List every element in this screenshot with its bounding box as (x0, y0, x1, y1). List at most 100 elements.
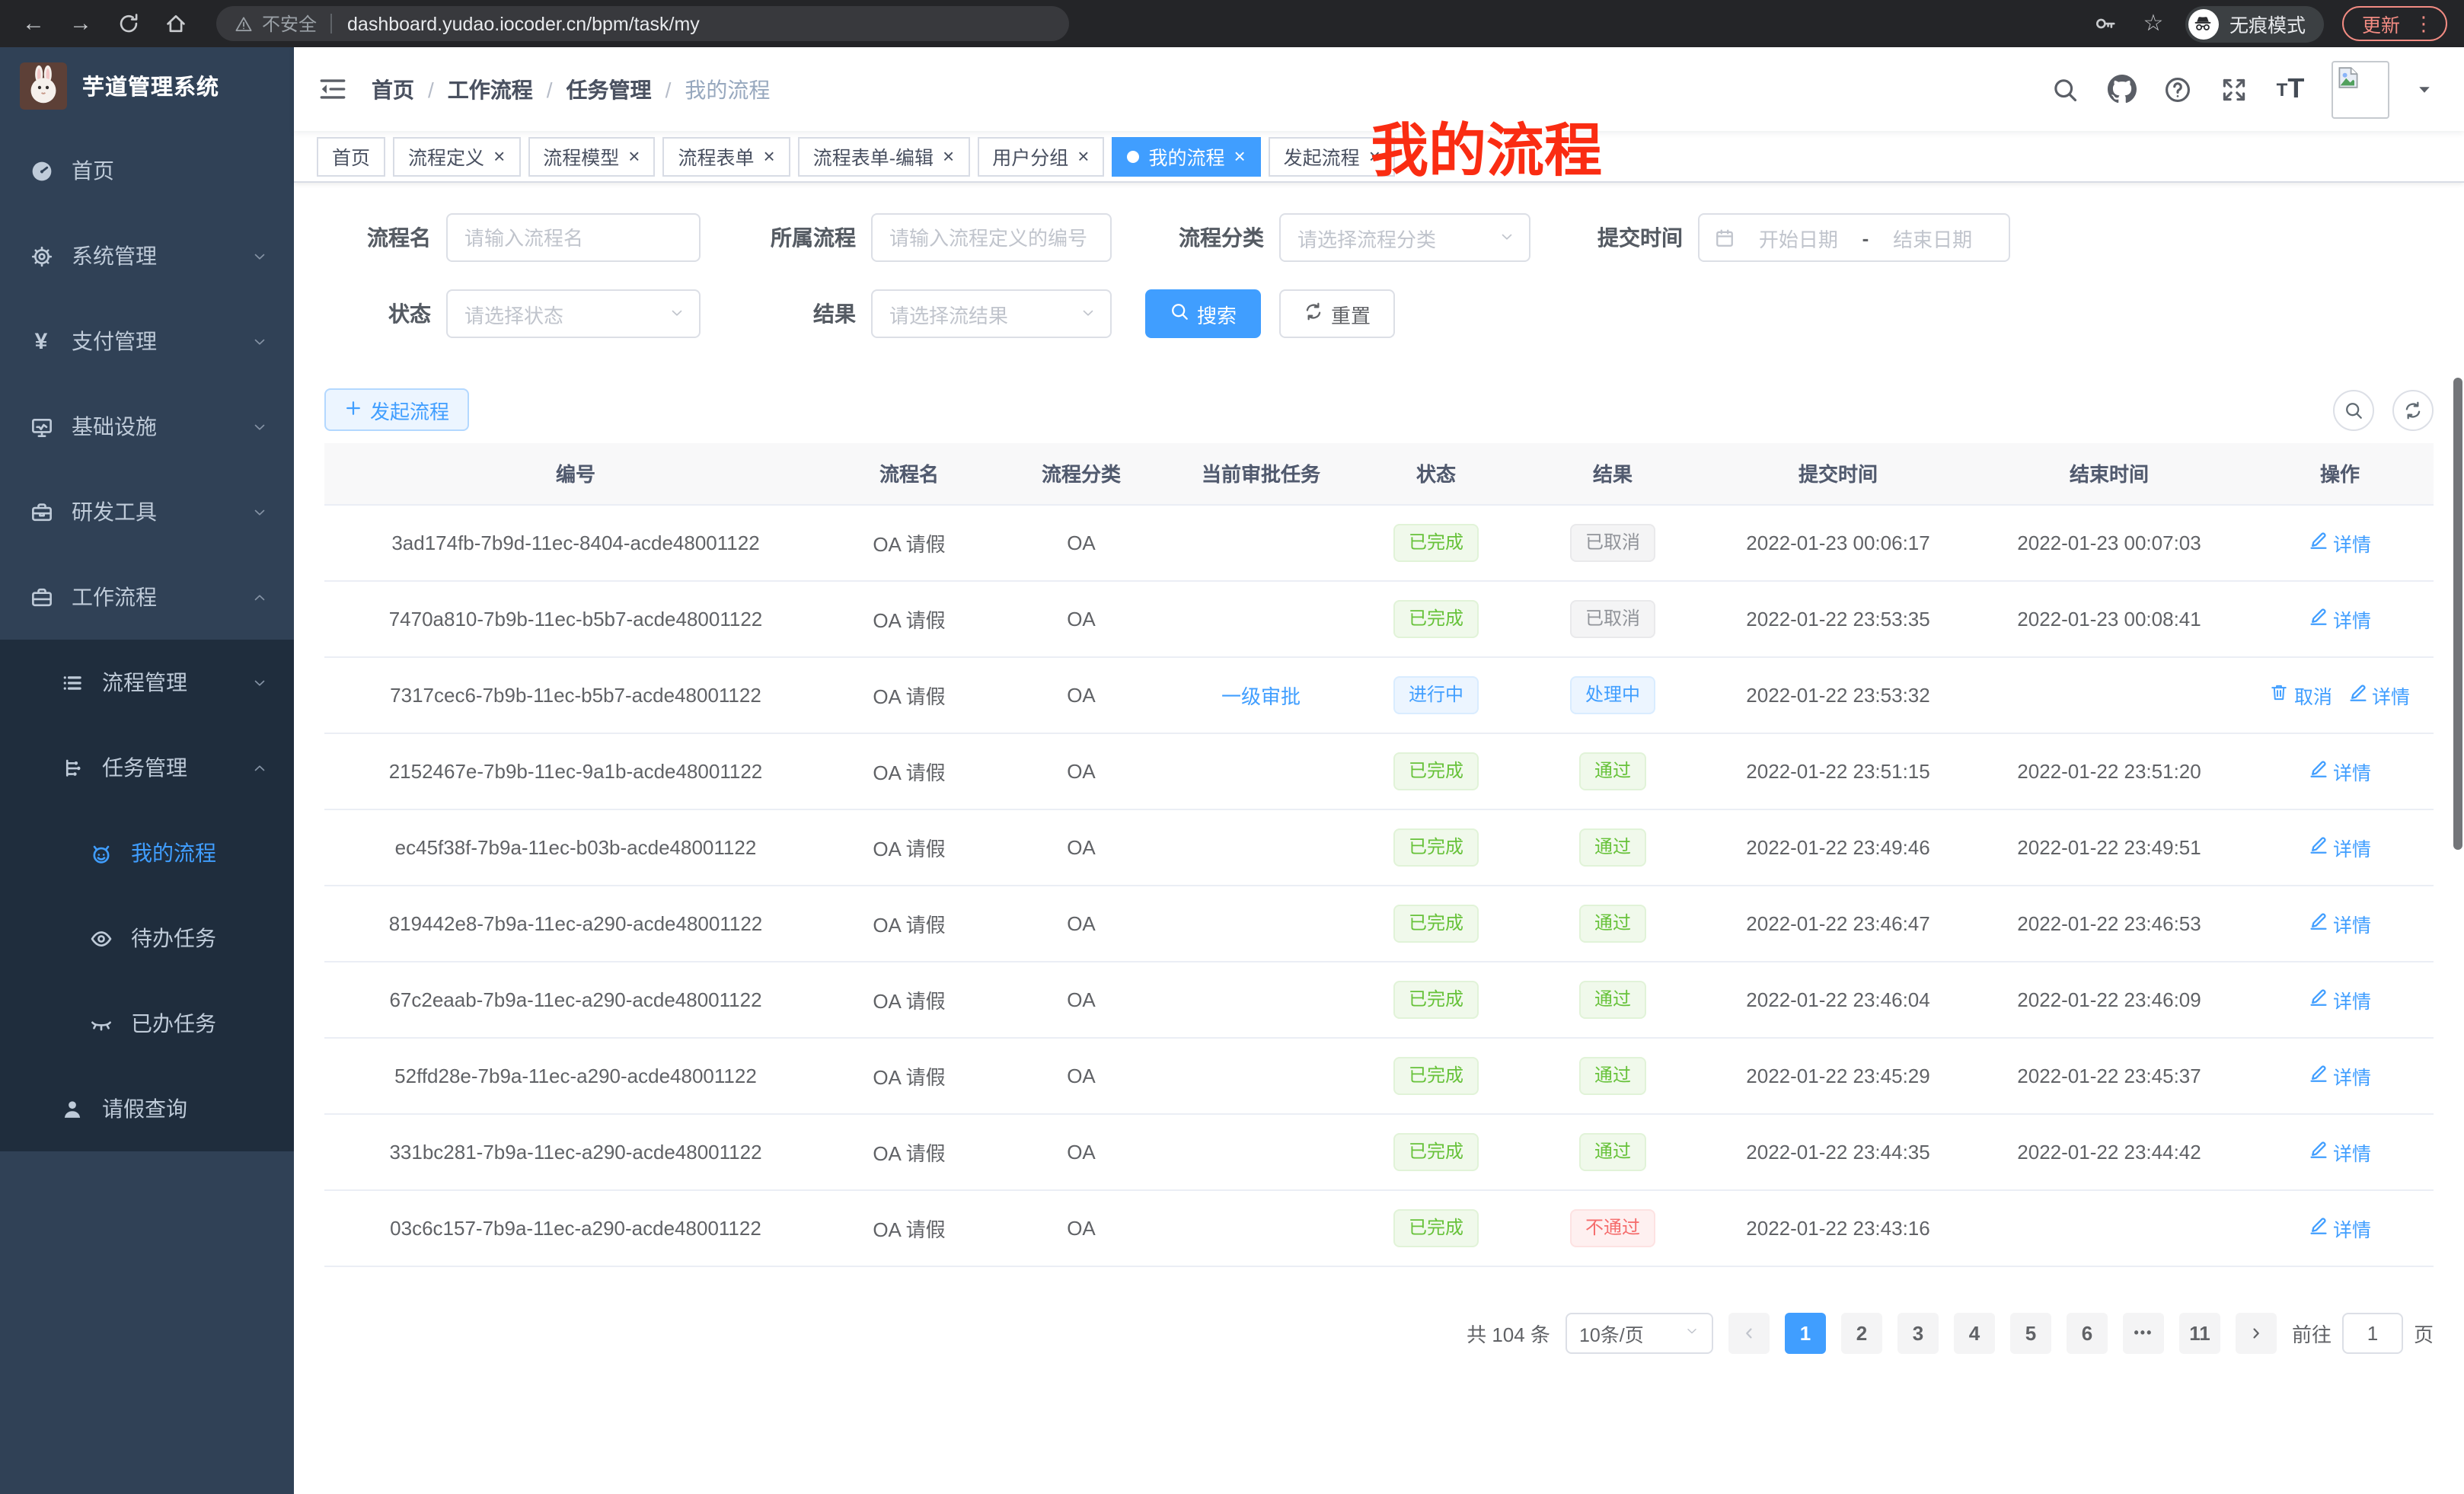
browser-menu-icon[interactable]: ⋮ (2414, 11, 2434, 36)
detail-link[interactable]: 详情 (2348, 680, 2410, 709)
current-task-link[interactable]: 一级审批 (1221, 685, 1301, 707)
cell-id: 67c2eaab-7b9a-11ec-a290-acde48001122 (324, 961, 827, 1037)
search-icon[interactable] (2050, 74, 2080, 104)
page-button-4[interactable]: 4 (1954, 1312, 1995, 1353)
tab-my-process[interactable]: 我的流程× (1112, 136, 1260, 176)
status-badge: 已完成 (1393, 1132, 1479, 1170)
goto-page-input[interactable] (2342, 1312, 2403, 1353)
detail-link[interactable]: 详情 (2309, 1213, 2371, 1242)
sidebar-item-system-management[interactable]: 系统管理 (0, 213, 294, 298)
show-search-button[interactable] (2333, 389, 2374, 430)
page-button-6[interactable]: 6 (2067, 1312, 2108, 1353)
prev-page-button[interactable] (1728, 1312, 1770, 1353)
robot-icon (88, 841, 113, 865)
reload-icon[interactable] (114, 10, 142, 37)
page-button-1[interactable]: 1 (1785, 1312, 1826, 1353)
cell-category: OA (991, 733, 1171, 809)
key-icon[interactable] (2092, 10, 2120, 37)
close-tab-icon[interactable]: × (764, 146, 775, 166)
sidebar-item-process-management[interactable]: 流程管理 (0, 640, 294, 725)
tab-process-form-edit[interactable]: 流程表单-编辑 × (798, 136, 970, 176)
tab-process-definition[interactable]: 流程定义× (393, 136, 520, 176)
cancel-link[interactable]: 取消 (2270, 680, 2332, 709)
detail-link[interactable]: 详情 (2309, 1137, 2371, 1166)
breadcrumb-item[interactable]: 首页 (372, 74, 414, 104)
github-icon[interactable] (2106, 74, 2137, 104)
next-page-button[interactable] (2236, 1312, 2277, 1353)
status-select[interactable]: 请选择状态 (446, 289, 701, 338)
tab-label: 流程表单-编辑 (813, 142, 934, 171)
back-icon[interactable]: ← (20, 10, 47, 37)
sidebar-item-dev-tools[interactable]: 研发工具 (0, 469, 294, 554)
scrollbar-thumb[interactable] (2453, 378, 2462, 850)
pages-ellipsis[interactable]: ••• (2123, 1312, 2164, 1353)
sidebar-item-todo-tasks[interactable]: 待办任务 (0, 895, 294, 981)
cell-end-time: 2022-01-22 23:46:53 (1972, 885, 2246, 961)
sidebar-item-payment-management[interactable]: ¥支付管理 (0, 298, 294, 384)
close-tab-icon[interactable]: × (1077, 146, 1089, 166)
column-header-status: 状态 (1351, 443, 1521, 504)
sidebar-item-home[interactable]: 首页 (0, 128, 294, 213)
detail-link[interactable]: 详情 (2309, 528, 2371, 557)
page-button-11[interactable]: 11 (2179, 1312, 2220, 1353)
forward-icon[interactable]: → (67, 10, 94, 37)
start-process-button[interactable]: 发起流程 (324, 388, 469, 431)
column-header-current-task: 当前审批任务 (1171, 443, 1351, 504)
detail-link[interactable]: 详情 (2309, 756, 2371, 785)
sidebar-item-infrastructure[interactable]: 基础设施 (0, 384, 294, 469)
sidebar-item-leave-query[interactable]: 请假查询 (0, 1066, 294, 1151)
home-icon[interactable] (161, 10, 189, 37)
logo[interactable]: 芋道管理系统 (0, 47, 294, 123)
avatar[interactable] (2332, 60, 2389, 118)
result-select[interactable]: 请选择流结果 (871, 289, 1112, 338)
column-header-result: 结果 (1521, 443, 1704, 504)
tab-process-model[interactable]: 流程模型× (528, 136, 655, 176)
search-button[interactable]: 搜索 (1145, 289, 1261, 338)
cell-process-name: OA 请假 (827, 1113, 991, 1189)
tab-user-group[interactable]: 用户分组× (977, 136, 1104, 176)
briefcase-icon (29, 585, 53, 609)
help-icon[interactable] (2162, 74, 2193, 104)
sidebar-item-done-tasks[interactable]: 已办任务 (0, 981, 294, 1066)
cell-end-time: 2022-01-23 00:07:03 (1972, 504, 2246, 580)
refresh-table-button[interactable] (2392, 389, 2434, 430)
update-button[interactable]: 更新 ⋮ (2342, 6, 2447, 41)
tab-home[interactable]: 首页 (317, 136, 385, 176)
page-button-2[interactable]: 2 (1841, 1312, 1882, 1353)
cell-status: 已完成 (1351, 885, 1521, 961)
sidebar-item-my-process[interactable]: 我的流程 (0, 810, 294, 895)
bookmark-star-icon[interactable]: ☆ (2140, 10, 2167, 37)
hamburger-icon[interactable] (317, 74, 347, 104)
process-definition-input[interactable] (871, 213, 1112, 262)
category-select[interactable]: 请选择流程分类 (1279, 213, 1530, 262)
page-button-3[interactable]: 3 (1897, 1312, 1939, 1353)
font-size-icon[interactable]: TT (2275, 74, 2306, 104)
detail-link[interactable]: 详情 (2309, 832, 2371, 861)
chevron-down-icon[interactable] (2415, 80, 2434, 98)
process-category-label: 流程分类 (1145, 222, 1264, 253)
detail-link[interactable]: 详情 (2309, 604, 2371, 633)
close-tab-icon[interactable]: × (493, 146, 505, 166)
cell-id: 331bc281-7b9a-11ec-a290-acde48001122 (324, 1113, 827, 1189)
cell-current-task (1171, 1189, 1351, 1266)
close-tab-icon[interactable]: × (628, 146, 640, 166)
page-button-5[interactable]: 5 (2010, 1312, 2051, 1353)
submit-time-range[interactable]: 开始日期 - 结束日期 (1698, 213, 2010, 262)
sidebar-item-task-management[interactable]: 任务管理 (0, 725, 294, 810)
breadcrumb-item[interactable]: 工作流程 (448, 74, 533, 104)
page-size-select[interactable]: 10条/页 (1566, 1312, 1713, 1353)
sidebar-item-workflow[interactable]: 工作流程 (0, 554, 294, 640)
process-name-input[interactable] (446, 213, 701, 262)
reset-button[interactable]: 重置 (1279, 289, 1395, 338)
close-tab-icon[interactable]: × (943, 146, 954, 166)
edit-icon (2309, 530, 2328, 554)
close-tab-icon[interactable]: × (1234, 146, 1245, 166)
fullscreen-icon[interactable] (2219, 74, 2249, 104)
tab-process-form[interactable]: 流程表单× (662, 136, 790, 176)
detail-link[interactable]: 详情 (2309, 1061, 2371, 1090)
address-bar[interactable]: 不安全 dashboard.yudao.iocoder.cn/bpm/task/… (216, 6, 1069, 41)
detail-link[interactable]: 详情 (2309, 908, 2371, 937)
detail-link[interactable]: 详情 (2309, 985, 2371, 1014)
chevron-down-icon (251, 674, 268, 691)
breadcrumb-item[interactable]: 任务管理 (567, 74, 652, 104)
